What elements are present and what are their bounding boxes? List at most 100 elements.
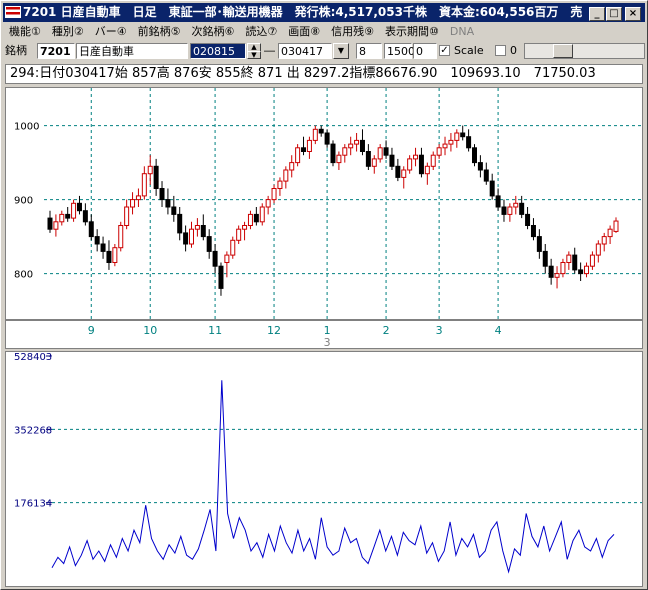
candle bbox=[472, 144, 477, 167]
candle-body bbox=[153, 165, 159, 190]
candle-body bbox=[601, 236, 607, 245]
field-d-checkbox[interactable] bbox=[495, 45, 506, 56]
to-date-dropdown-icon[interactable]: ▼ bbox=[333, 43, 349, 59]
menu-display-period[interactable]: 表示期間⑩ bbox=[379, 23, 444, 41]
candle-body bbox=[183, 232, 189, 245]
name-input[interactable]: 日産自動車 bbox=[76, 43, 188, 59]
candle bbox=[159, 181, 165, 207]
candle-body bbox=[236, 228, 242, 241]
menu-prev-stock[interactable]: 前銘柄⑤ bbox=[132, 23, 186, 41]
candle-body bbox=[454, 132, 460, 141]
candle-body bbox=[259, 206, 265, 223]
candle bbox=[277, 177, 283, 196]
scrollbar-thumb[interactable] bbox=[553, 44, 573, 58]
candle-body bbox=[324, 132, 330, 145]
candle bbox=[283, 166, 289, 189]
candle bbox=[584, 262, 590, 278]
candle bbox=[442, 136, 448, 156]
candle-body bbox=[253, 213, 259, 223]
candle bbox=[218, 262, 224, 296]
window-title: 7201 日産自動車 日足 東証一部･輸送用機器 発行株:4,517,053千株… bbox=[23, 5, 583, 19]
field-a-input[interactable]: 8 bbox=[356, 43, 382, 59]
candle bbox=[460, 125, 466, 141]
candle-body bbox=[548, 265, 554, 278]
candle-body bbox=[330, 143, 336, 164]
menu-margin[interactable]: 信用残⑨ bbox=[325, 23, 379, 41]
candle bbox=[572, 247, 578, 274]
month-label: 2 bbox=[383, 324, 390, 337]
candle-body bbox=[318, 128, 324, 134]
candle bbox=[212, 244, 218, 274]
title-bar[interactable]: 7201 日産自動車 日足 東証一部･輸送用機器 発行株:4,517,053千株… bbox=[3, 3, 645, 22]
menu-next-stock[interactable]: 次銘柄⑥ bbox=[186, 23, 240, 41]
candle-body bbox=[171, 206, 177, 215]
candle bbox=[383, 140, 389, 159]
menu-bar-style[interactable]: バー④ bbox=[89, 23, 132, 41]
field-b-input[interactable]: 1500 bbox=[384, 43, 415, 59]
field-c-input[interactable]: 0 bbox=[413, 43, 437, 59]
candle-body bbox=[348, 143, 354, 149]
year-marker: 3 bbox=[324, 336, 331, 348]
volume-chart-pane[interactable]: 176134 352268 528403 bbox=[5, 351, 643, 587]
close-button[interactable]: × bbox=[625, 7, 641, 21]
menu-load[interactable]: 読込⑦ bbox=[239, 23, 282, 41]
candle bbox=[536, 229, 542, 259]
candle-body bbox=[65, 213, 71, 219]
maximize-button[interactable]: □ bbox=[606, 7, 622, 21]
candle-body bbox=[218, 265, 224, 289]
candle bbox=[495, 188, 501, 211]
month-label: 11 bbox=[208, 324, 222, 337]
candle bbox=[365, 144, 371, 170]
minimize-button[interactable]: _ bbox=[589, 7, 605, 21]
horizontal-scrollbar[interactable] bbox=[524, 43, 645, 59]
candle-body bbox=[584, 265, 590, 275]
candle-body bbox=[542, 250, 548, 267]
candle bbox=[242, 221, 248, 241]
candle bbox=[76, 195, 82, 215]
menu-screen[interactable]: 画面⑧ bbox=[282, 23, 325, 41]
month-label: 12 bbox=[267, 324, 281, 337]
candle-body bbox=[159, 188, 165, 201]
from-date-up-button[interactable]: ▲ bbox=[247, 43, 261, 51]
price-y-tick: 1000 bbox=[14, 122, 39, 133]
candle bbox=[389, 147, 395, 170]
code-input[interactable]: 7201 bbox=[37, 43, 75, 59]
menu-function[interactable]: 機能① bbox=[3, 23, 46, 41]
candle bbox=[189, 221, 194, 248]
candle bbox=[141, 166, 147, 200]
menu-type[interactable]: 種別② bbox=[46, 23, 89, 41]
candle-body bbox=[477, 162, 483, 171]
candle-body bbox=[124, 206, 130, 226]
candle-body bbox=[383, 147, 389, 156]
scale-checkbox[interactable]: ✓ bbox=[439, 45, 450, 56]
candle-body bbox=[312, 128, 318, 141]
candle bbox=[118, 221, 124, 252]
range-separator: ― bbox=[264, 44, 275, 57]
candle bbox=[289, 155, 295, 178]
month-label: 3 bbox=[436, 324, 443, 337]
candle bbox=[124, 199, 130, 230]
candle bbox=[601, 232, 607, 252]
candle bbox=[483, 162, 489, 185]
price-chart-pane[interactable]: 800 900 1000 9 10 11 12 1 2 3 4 3 bbox=[5, 87, 643, 349]
candle bbox=[401, 166, 407, 189]
candle-body bbox=[407, 158, 413, 171]
volume-y-tick: 176134 bbox=[14, 499, 52, 510]
to-date-select[interactable]: 030417 bbox=[278, 43, 332, 59]
candle-body bbox=[436, 147, 442, 156]
candle bbox=[112, 244, 118, 267]
candle-body bbox=[141, 173, 147, 197]
candle-body bbox=[265, 199, 271, 208]
from-date-down-button[interactable]: ▼ bbox=[247, 51, 261, 59]
candle bbox=[336, 151, 342, 170]
candle bbox=[513, 195, 519, 215]
candle-body bbox=[424, 165, 430, 175]
from-date-input[interactable]: 020815 bbox=[190, 43, 246, 59]
candle bbox=[530, 218, 536, 241]
month-label: 9 bbox=[88, 324, 95, 337]
candle-body bbox=[354, 139, 360, 145]
candle bbox=[395, 158, 401, 182]
candle-body bbox=[289, 162, 295, 171]
app-flag-icon[interactable] bbox=[5, 6, 21, 18]
candle bbox=[295, 144, 301, 167]
